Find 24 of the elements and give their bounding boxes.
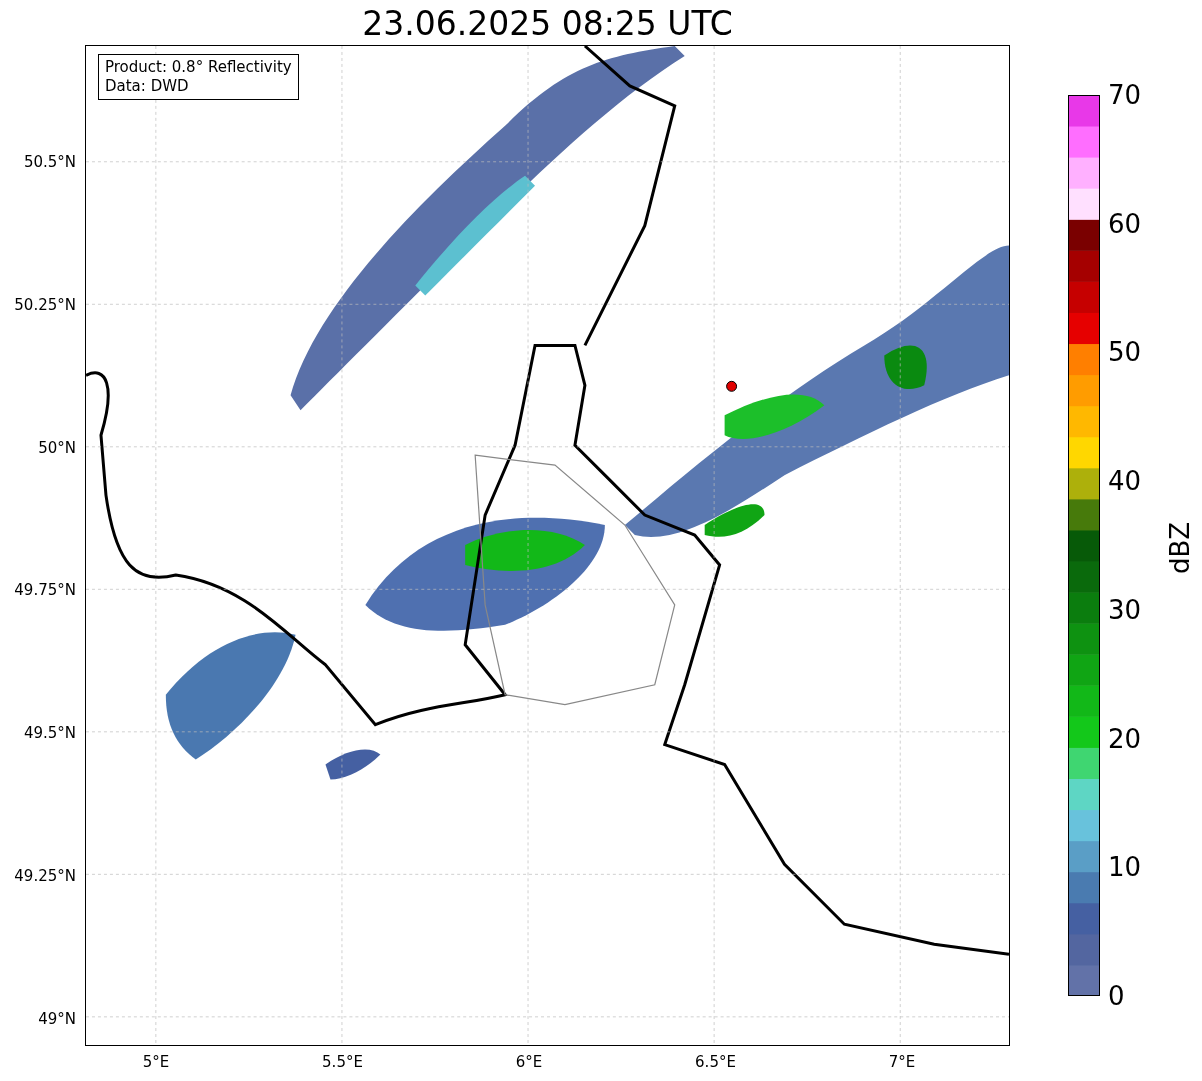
legend-text: Data: DWD bbox=[105, 77, 190, 96]
tick-label: 70 bbox=[1108, 80, 1142, 110]
tick-label: 49.25°N bbox=[14, 867, 76, 885]
tick-label: 50.5°N bbox=[23, 153, 76, 171]
tick-label: 40 bbox=[1108, 466, 1142, 497]
tick-label: 20 bbox=[1108, 723, 1142, 754]
chart-title: 23.06.2025 08:25 UTC bbox=[361, 4, 734, 44]
tick-label: 5°E bbox=[142, 1053, 170, 1071]
tick-label: 6°E bbox=[515, 1053, 543, 1071]
tick-label: 6.5°E bbox=[695, 1053, 736, 1071]
tick-label: 60 bbox=[1108, 208, 1142, 239]
tick-label: 49°N bbox=[38, 1009, 76, 1028]
tick-label: 50°N bbox=[38, 438, 76, 457]
axis-label: dBZ bbox=[1165, 521, 1195, 575]
tick-label: 49.75°N bbox=[14, 581, 76, 600]
tick-label: 49.5°N bbox=[23, 724, 76, 743]
tick-label: 50 bbox=[1108, 337, 1142, 368]
tick-label: 50.25°N bbox=[14, 295, 76, 314]
legend-text: Product: 0.8° Reflectivity bbox=[105, 58, 292, 77]
tick-label: 30 bbox=[1108, 594, 1142, 625]
tick-label: 7°E bbox=[888, 1053, 916, 1071]
tick-label: 5.5°E bbox=[322, 1053, 363, 1071]
tick-label: 0 bbox=[1108, 980, 1125, 1011]
tick-label: 10 bbox=[1108, 852, 1142, 883]
